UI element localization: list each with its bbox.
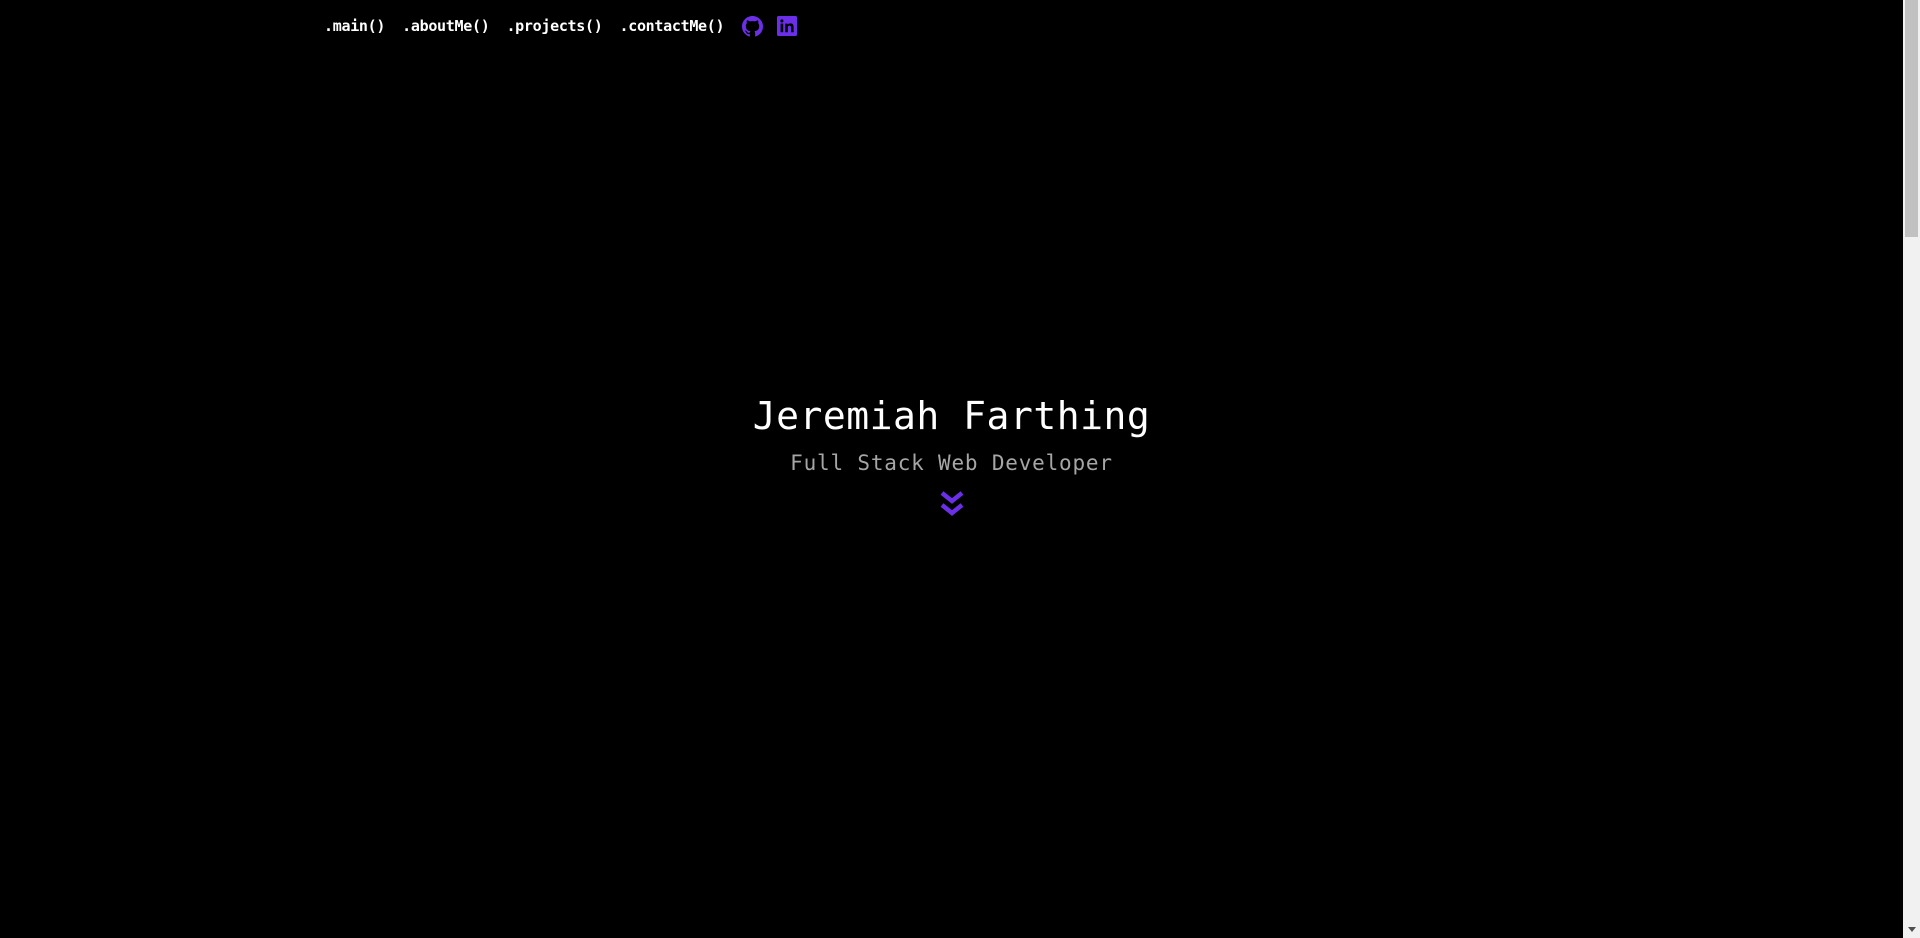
double-chevron-down-icon[interactable] (939, 490, 965, 522)
nav-link-about-me[interactable]: .aboutMe() (402, 17, 490, 35)
hero-name: Jeremiah Farthing (752, 394, 1151, 438)
nav-link-contact-me[interactable]: .contactMe() (619, 17, 724, 35)
vertical-scrollbar[interactable] (1903, 0, 1920, 938)
hero-section: Jeremiah Farthing Full Stack Web Develop… (0, 390, 1903, 526)
scroll-down-arrow-icon[interactable] (1903, 921, 1920, 938)
linkedin-icon[interactable] (776, 15, 798, 37)
hero-role: Full Stack Web Developer (790, 451, 1113, 475)
top-nav: .main() .aboutMe() .projects() .contactM… (324, 12, 811, 40)
nav-link-projects[interactable]: .projects() (506, 17, 602, 35)
scrollbar-thumb[interactable] (1905, 0, 1918, 237)
page: .main() .aboutMe() .projects() .contactM… (0, 0, 1903, 938)
github-icon[interactable] (741, 15, 763, 37)
nav-link-main[interactable]: .main() (324, 17, 385, 35)
